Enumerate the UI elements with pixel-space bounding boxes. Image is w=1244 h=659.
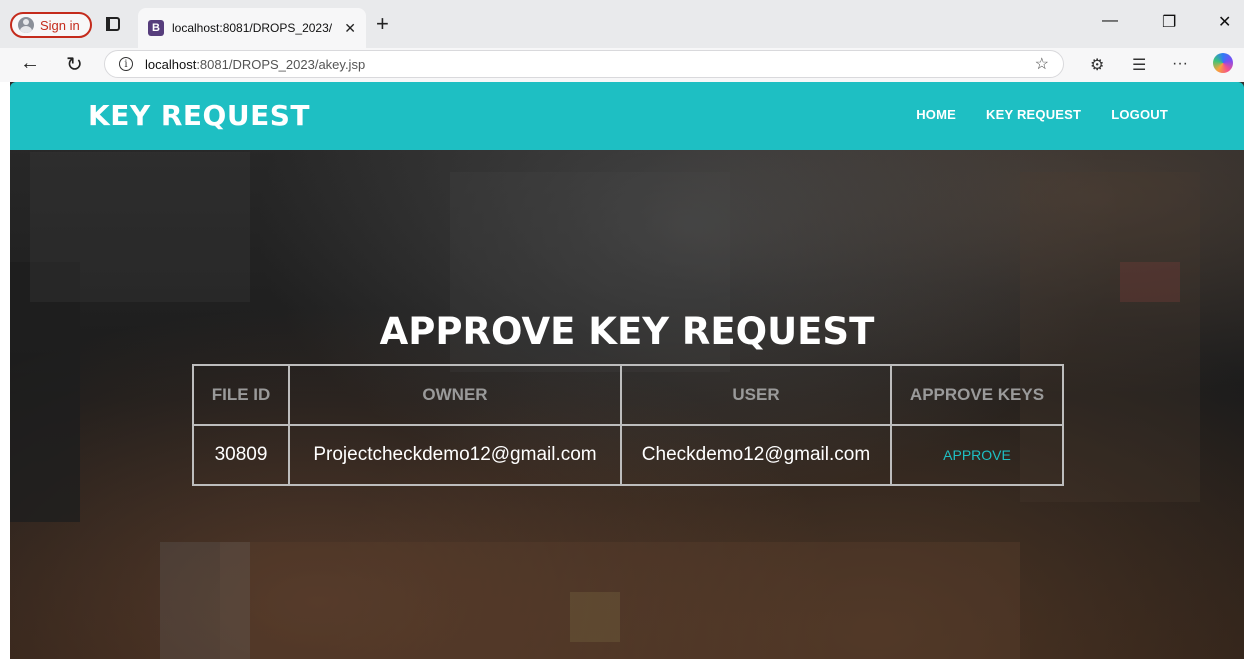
page-heading: APPROVE KEY REQUEST [379,310,875,353]
nav-key-request-link[interactable]: KEY REQUEST [986,107,1081,122]
favorites-icon[interactable]: ☰ [1132,55,1146,75]
restore-icon[interactable]: ❐ [1162,12,1176,32]
sign-in-button[interactable]: Sign in [10,12,92,38]
table-header-row: FILE ID OWNER USER APPROVE KEYS [192,364,1064,426]
favorite-star-icon[interactable]: ☆ [1035,54,1049,74]
column-file-id: FILE ID [192,364,290,426]
brand-title: KEY REQUEST [88,99,310,132]
address-bar[interactable]: i localhost:8081/DROPS_2023/akey.jsp ☆ [104,50,1064,78]
nav-home-link[interactable]: HOME [916,107,956,122]
browser-tab[interactable]: B localhost:8081/DROPS_2023/akey ✕ [138,8,366,48]
main-menu: HOME KEY REQUEST LOGOUT [916,107,1168,122]
column-approve-keys: APPROVE KEYS [890,364,1064,426]
copilot-icon[interactable] [1213,53,1233,73]
column-user: USER [620,364,892,426]
tab-title: localhost:8081/DROPS_2023/akey [172,21,332,35]
table-row: 30809 Projectcheckdemo12@gmail.com Check… [192,424,1064,486]
top-navbar: KEY REQUEST HOME KEY REQUEST LOGOUT [10,82,1244,150]
close-tab-icon[interactable]: ✕ [344,20,356,37]
browser-tab-strip: Sign in B localhost:8081/DROPS_2023/akey… [0,0,1244,48]
minimize-icon[interactable]: — [1102,12,1118,30]
close-window-icon[interactable]: ✕ [1218,12,1231,32]
web-page: KEY REQUEST HOME KEY REQUEST LOGOUT APPR… [10,82,1244,659]
site-info-icon[interactable]: i [119,57,133,71]
refresh-icon[interactable]: ↻ [66,52,83,77]
sign-in-label: Sign in [40,17,80,33]
favicon-icon: B [148,20,164,36]
cell-user: Checkdemo12@gmail.com [620,424,892,486]
tab-actions-icon[interactable] [104,15,122,33]
extensions-icon[interactable]: ⚙ [1090,55,1104,75]
nav-logout-link[interactable]: LOGOUT [1111,107,1168,122]
cell-file-id: 30809 [192,424,290,486]
avatar-icon [18,17,34,33]
column-owner: OWNER [288,364,622,426]
back-icon[interactable]: ← [20,52,40,75]
url-text: localhost:8081/DROPS_2023/akey.jsp [145,56,366,72]
browser-toolbar: ← ↻ i localhost:8081/DROPS_2023/akey.jsp… [0,48,1244,82]
more-options-icon[interactable]: ··· [1172,55,1188,73]
cell-owner: Projectcheckdemo12@gmail.com [288,424,622,486]
approve-link[interactable]: APPROVE [943,447,1011,463]
key-request-table: FILE ID OWNER USER APPROVE KEYS 30809 Pr… [192,364,1064,486]
new-tab-icon[interactable]: + [376,11,389,37]
cell-action: APPROVE [890,424,1064,486]
